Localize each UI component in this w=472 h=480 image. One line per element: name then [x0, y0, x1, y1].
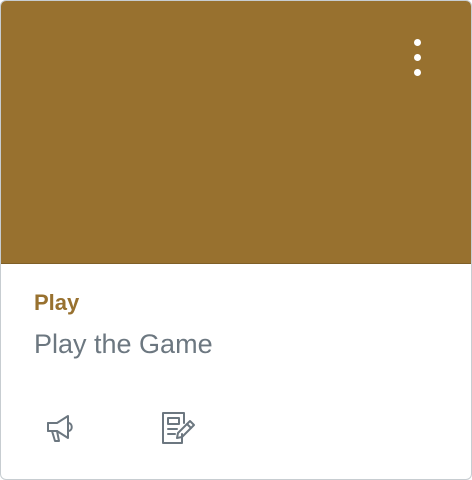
card-options-button[interactable] [403, 31, 431, 83]
kebab-dot [413, 53, 421, 61]
course-card-actions [41, 408, 197, 448]
course-code[interactable]: Play [34, 290, 438, 316]
megaphone-icon [42, 410, 78, 446]
course-card-hero[interactable] [1, 1, 471, 264]
kebab-dot [413, 38, 421, 46]
kebab-dot [413, 68, 421, 76]
course-card: Play Play the Game [0, 0, 472, 480]
course-name: Play the Game [34, 329, 213, 359]
assignment-edit-icon [160, 410, 196, 446]
announcements-button[interactable] [41, 408, 79, 448]
assignments-button[interactable] [159, 408, 197, 448]
course-card-content: Play Play the Game [1, 264, 471, 479]
